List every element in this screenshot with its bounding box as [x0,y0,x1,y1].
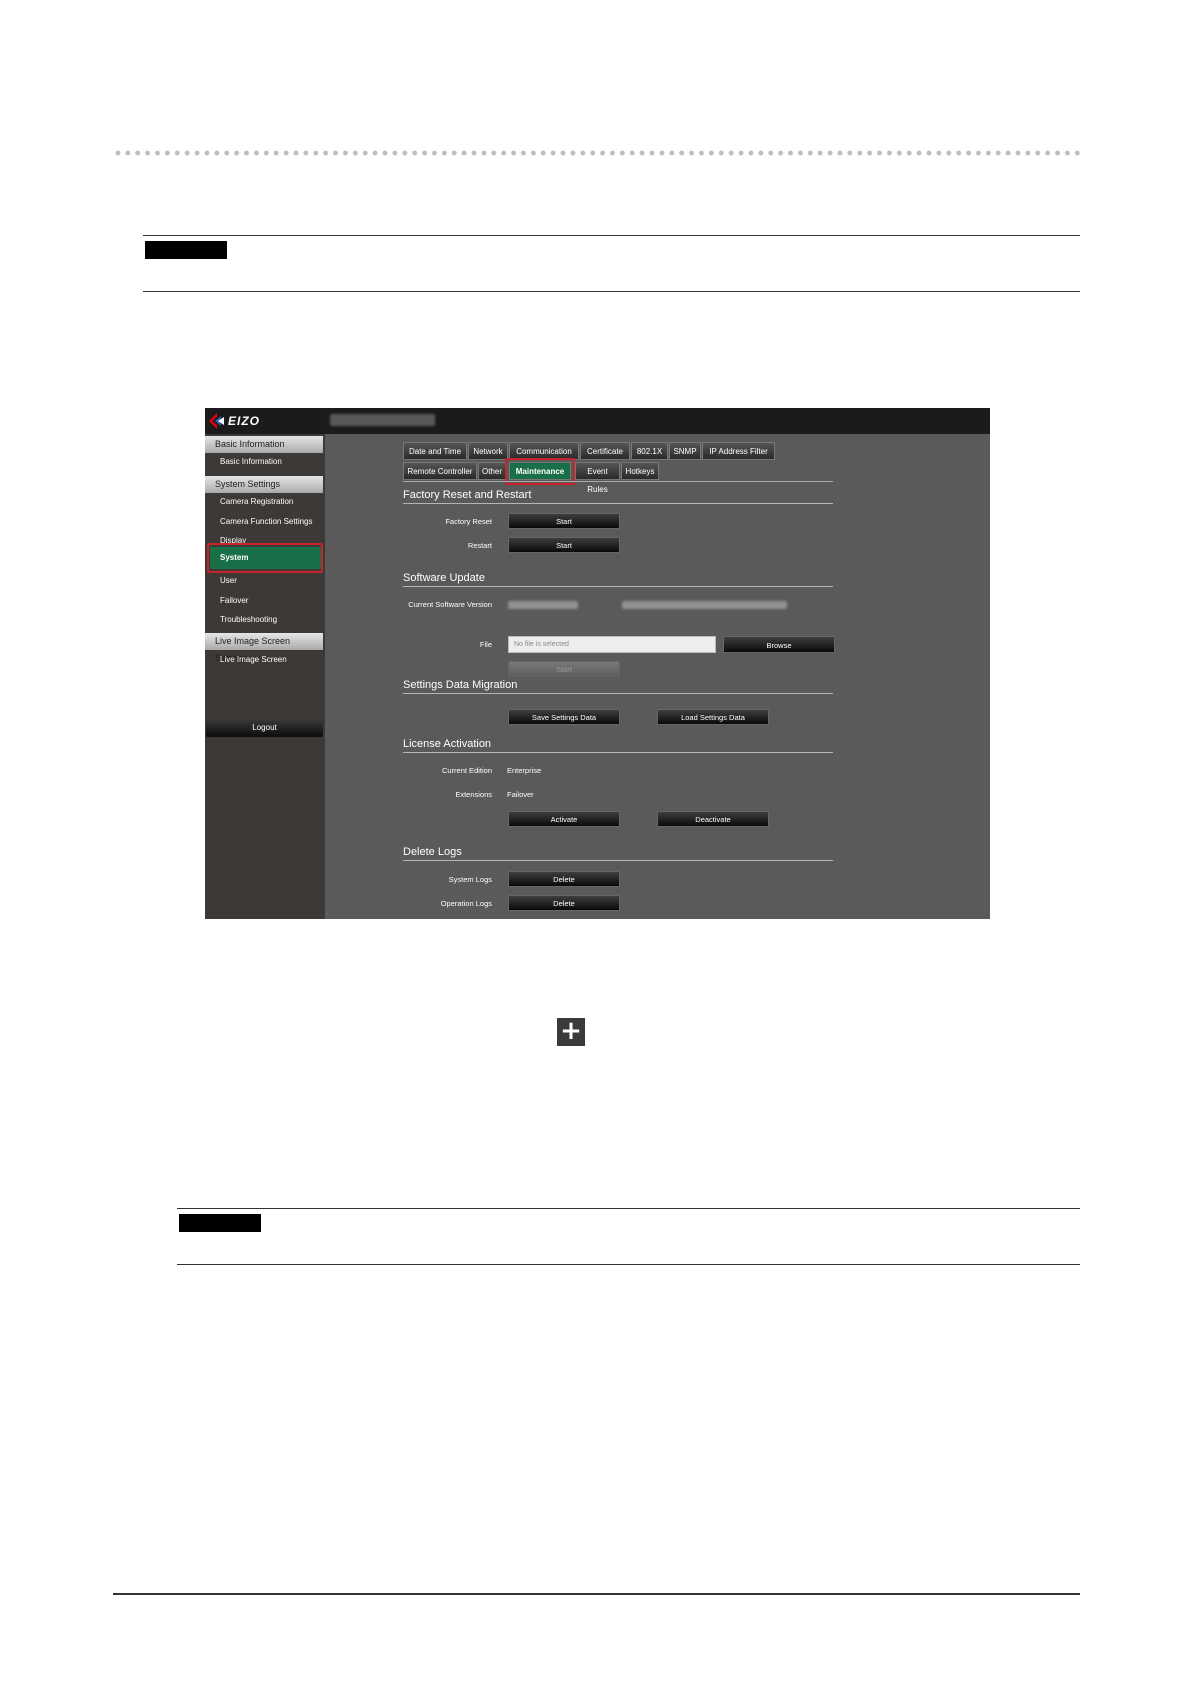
section-title-license-activation: License Activation [403,738,492,750]
sidebar-section-basic-information[interactable]: Basic Information [205,436,323,453]
tab-certificate[interactable]: Certificate [580,442,630,460]
software-version-blurred [508,601,578,609]
logout-button[interactable]: Logout [206,719,323,737]
current-edition-label: Current Edition [441,766,492,775]
highlight-system-item [207,543,323,573]
dotted-separator [113,150,1080,156]
attention-note-box-1 [143,235,1080,292]
settings-screenshot: EIZO Basic Information Basic Information… [205,408,990,919]
plus-icon: + [557,1018,585,1046]
tab-802-1x[interactable]: 802.1X [631,442,668,460]
product-name-blurred [330,414,435,426]
tab-divider [403,481,833,482]
section-title-factory-reset: Factory Reset and Restart [403,489,532,501]
tab-date-and-time[interactable]: Date and Time [403,442,467,460]
tab-remote-controller[interactable]: Remote Controller [403,462,477,480]
operation-logs-label: Operation Logs [440,899,492,908]
section-divider [403,860,833,861]
main-panel: Date and Time Network Communication Cert… [325,434,990,919]
section-divider [403,586,833,587]
update-status-blurred [622,601,787,609]
browse-button[interactable]: Browse [723,636,835,653]
sidebar-section-system-settings[interactable]: System Settings [205,476,323,493]
eizo-logo-icon [209,413,224,429]
sidebar-item-failover[interactable]: Failover [220,594,248,608]
restart-label: Restart [467,541,492,550]
section-title-software-update: Software Update [403,572,485,584]
eizo-logo: EIZO [209,413,260,429]
tab-other[interactable]: Other [478,462,506,480]
system-logs-label: System Logs [448,875,492,884]
deactivate-button[interactable]: Deactivate [657,811,769,827]
load-settings-data-button[interactable]: Load Settings Data [657,709,769,725]
file-input[interactable]: No file is selected [508,636,716,653]
sidebar-item-basic-information[interactable]: Basic Information [220,455,282,469]
section-divider [403,503,833,504]
attention-label [179,1214,261,1232]
section-divider [403,693,833,694]
save-settings-data-button[interactable]: Save Settings Data [508,709,620,725]
tab-network[interactable]: Network [468,442,508,460]
file-label: File [479,640,492,649]
sidebar-item-user[interactable]: User [220,574,237,588]
activate-button[interactable]: Activate [508,811,620,827]
tab-snmp[interactable]: SNMP [669,442,701,460]
sidebar-item-camera-function-settings[interactable]: Camera Function Settings [220,515,313,529]
footer-rule [113,1593,1080,1595]
section-title-settings-data-migration: Settings Data Migration [403,679,518,691]
logo-text: EIZO [228,414,261,428]
tab-event-rules[interactable]: Event Rules [575,462,620,494]
current-edition-value: Enterprise [507,766,542,775]
sidebar-item-live-image-screen[interactable]: Live Image Screen [220,653,287,667]
factory-reset-start-button[interactable]: Start [508,513,620,529]
current-software-version-label: Current Software Version [408,600,492,609]
extensions-value: Failover [507,790,534,799]
attention-note-box-2 [177,1208,1080,1265]
restart-start-button[interactable]: Start [508,537,620,553]
delete-system-logs-button[interactable]: Delete [508,871,620,887]
extensions-label: Extensions [455,790,492,799]
sidebar-item-camera-registration[interactable]: Camera Registration [220,495,293,509]
sidebar-section-live-image-screen-settings[interactable]: Live Image Screen Settings [205,633,323,663]
top-bar: EIZO [205,408,990,434]
tab-hotkeys[interactable]: Hotkeys [621,462,659,480]
sidebar-item-troubleshooting[interactable]: Troubleshooting [220,613,277,627]
tab-ip-address-filter[interactable]: IP Address Filter [702,442,775,460]
attention-label [145,241,227,259]
sidebar: Basic Information Basic Information Syst… [205,434,325,919]
delete-operation-logs-button[interactable]: Delete [508,895,620,911]
factory-reset-label: Factory Reset [445,517,492,526]
section-divider [403,752,833,753]
section-title-delete-logs: Delete Logs [403,846,462,858]
software-update-start-button[interactable]: Start [508,661,620,677]
